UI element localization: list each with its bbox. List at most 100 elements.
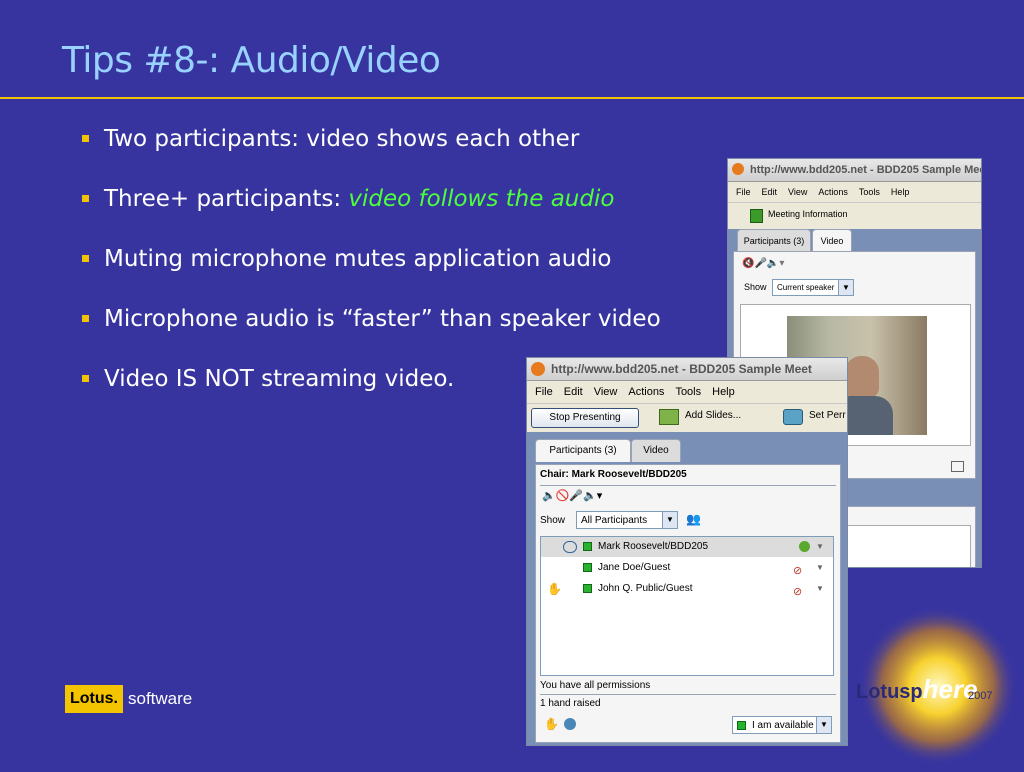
participant-list: Mark Roosevelt/BDD205 ▼ Jane Doe/Guest ⊘… — [540, 536, 834, 676]
menu-help[interactable]: Help — [712, 386, 735, 398]
menu-file[interactable]: File — [535, 386, 553, 398]
bullet-marker-icon — [82, 195, 89, 202]
menu-actions[interactable]: Actions — [628, 386, 664, 398]
bullet-marker-icon — [82, 315, 89, 322]
bullet-item: Three+ participants: video follows the a… — [80, 182, 661, 242]
speaker-icon[interactable]: 🔈🚫🎤🔈▾ — [542, 489, 602, 502]
set-permissions-icon — [783, 409, 803, 425]
available-status-icon — [583, 541, 592, 551]
stop-presenting-button[interactable]: Stop Presenting — [531, 408, 639, 428]
bullet-text: Microphone audio is “faster” than speake… — [104, 306, 661, 332]
menu-edit[interactable]: Edit — [564, 386, 583, 398]
participant-row[interactable]: Jane Doe/Guest ⊘ ▼ — [541, 558, 833, 578]
speaking-icon[interactable] — [799, 541, 810, 552]
title-divider — [0, 97, 1024, 99]
front-window-title: http://www.bdd205.net - BDD205 Sample Me… — [551, 362, 812, 376]
hands-raised-text: 1 hand raised — [540, 698, 601, 709]
tab-participants[interactable]: Participants (3) — [535, 439, 631, 462]
fullscreen-icon[interactable] — [951, 461, 964, 472]
mute-mic-icon[interactable]: 🔇🎤🔈▾ — [742, 258, 784, 269]
browser-icon — [732, 163, 744, 175]
participant-name: John Q. Public/Guest — [598, 583, 693, 594]
available-status-icon — [583, 562, 592, 572]
back-window-title: http://www.bdd205.net - BDD205 Sample Me… — [750, 164, 982, 176]
front-permissions-divider — [540, 694, 836, 695]
muted-icon[interactable]: ⊘ — [793, 582, 802, 602]
add-slides-icon — [659, 409, 679, 425]
chair-label: Chair: Mark Roosevelt/BDD205 — [540, 469, 687, 480]
chevron-down-icon: ▼ — [816, 717, 831, 733]
bullet-marker-icon — [82, 375, 89, 382]
raised-hand-icon: ✋ — [547, 582, 562, 596]
bullet-text: Two participants: video shows each other — [104, 126, 580, 152]
slide-title: Tips #8-: Audio/Video — [62, 40, 441, 81]
people-icon[interactable]: 👥 — [686, 512, 701, 526]
participant-name: Mark Roosevelt/BDD205 — [598, 541, 709, 552]
menu-tools[interactable]: Tools — [675, 386, 701, 398]
menu-actions[interactable]: Actions — [818, 187, 848, 197]
chevron-down-icon[interactable]: ▼ — [816, 537, 824, 557]
bullet-text: Video IS NOT streaming video. — [104, 366, 455, 392]
lotusphere-wordmark: Lotusphere — [856, 674, 978, 705]
chevron-down-icon[interactable]: ▼ — [816, 579, 824, 599]
meeting-info-button[interactable]: Meeting Information — [768, 209, 848, 219]
muted-icon[interactable]: ⊘ — [793, 561, 802, 581]
bullet-text: Three+ participants: — [104, 186, 349, 212]
back-show-select[interactable]: Current speaker ▼ — [772, 279, 854, 296]
add-slides-button[interactable]: Add Slides... — [685, 410, 741, 421]
front-show-value: All Participants — [581, 515, 648, 526]
menu-view[interactable]: View — [788, 187, 807, 197]
front-menubar: File Edit View Actions Tools Help — [527, 382, 847, 402]
participant-name-wrap: John Q. Public/Guest — [583, 579, 693, 599]
back-tab-video[interactable]: Video — [812, 229, 852, 252]
front-chair-divider — [540, 485, 836, 486]
menu-edit[interactable]: Edit — [762, 187, 778, 197]
bullet-highlight: video follows the audio — [348, 186, 615, 212]
back-tab-participants[interactable]: Participants (3) — [737, 229, 811, 252]
menu-file[interactable]: File — [736, 187, 751, 197]
back-window-titlebar: http://www.bdd205.net - BDD205 Sample Me… — [728, 159, 981, 182]
front-sidebar: Participants (3) Video Chair: Mark Roose… — [527, 432, 847, 745]
availability-value: I am available — [752, 720, 814, 731]
availability-select[interactable]: I am available ▼ — [732, 716, 832, 734]
participant-name-wrap: Mark Roosevelt/BDD205 — [583, 537, 708, 557]
back-toolbar: Meeting Information — [728, 202, 981, 230]
participant-row[interactable]: Mark Roosevelt/BDD205 ▼ — [541, 537, 833, 557]
tab-video[interactable]: Video — [631, 439, 681, 462]
chat-icon — [563, 541, 577, 553]
front-toolbar: Stop Presenting Add Slides... Set Perr — [527, 403, 847, 432]
participant-row[interactable]: ✋ John Q. Public/Guest ⊘ ▼ — [541, 579, 833, 599]
menu-view[interactable]: View — [594, 386, 618, 398]
globe-icon[interactable] — [564, 718, 576, 730]
front-meeting-window: http://www.bdd205.net - BDD205 Sample Me… — [526, 357, 848, 746]
lotusphere-year: 2007 — [968, 690, 993, 702]
bullet-marker-icon — [82, 135, 89, 142]
bullet-item: Muting microphone mutes application audi… — [80, 242, 661, 302]
participants-panel: Chair: Mark Roosevelt/BDD205 🔈🚫🎤🔈▾ Show … — [535, 464, 841, 743]
raise-hand-icon[interactable]: ✋ — [544, 717, 559, 731]
available-status-icon — [737, 720, 746, 730]
set-permissions-button[interactable]: Set Perr — [809, 410, 846, 421]
software-wordmark: software — [128, 689, 193, 708]
meeting-info-icon — [750, 209, 763, 223]
lotusphere-logo: Lotusphere 2007 — [838, 600, 1024, 768]
chevron-down-icon: ▼ — [662, 512, 677, 528]
permissions-text: You have all permissions — [540, 680, 651, 691]
back-show-value: Current speaker — [777, 283, 835, 292]
bullet-item: Microphone audio is “faster” than speake… — [80, 302, 661, 362]
front-show-label: Show — [540, 515, 566, 526]
video-person — [845, 356, 879, 398]
front-window-titlebar: http://www.bdd205.net - BDD205 Sample Me… — [527, 358, 847, 381]
available-status-icon — [583, 583, 592, 593]
front-show-select[interactable]: All Participants ▼ — [576, 511, 678, 529]
bullet-item: Two participants: video shows each other — [80, 122, 661, 182]
menu-help[interactable]: Help — [891, 187, 910, 197]
chevron-down-icon[interactable]: ▼ — [816, 558, 824, 578]
lotusphere-text: Lotusp — [856, 681, 923, 703]
chevron-down-icon: ▼ — [838, 280, 853, 295]
back-show-label: Show — [744, 282, 767, 292]
lotus-wordmark: Lotus. — [65, 685, 123, 713]
menu-tools[interactable]: Tools — [859, 187, 880, 197]
participant-name-wrap: Jane Doe/Guest — [583, 558, 670, 578]
browser-icon — [531, 362, 545, 376]
